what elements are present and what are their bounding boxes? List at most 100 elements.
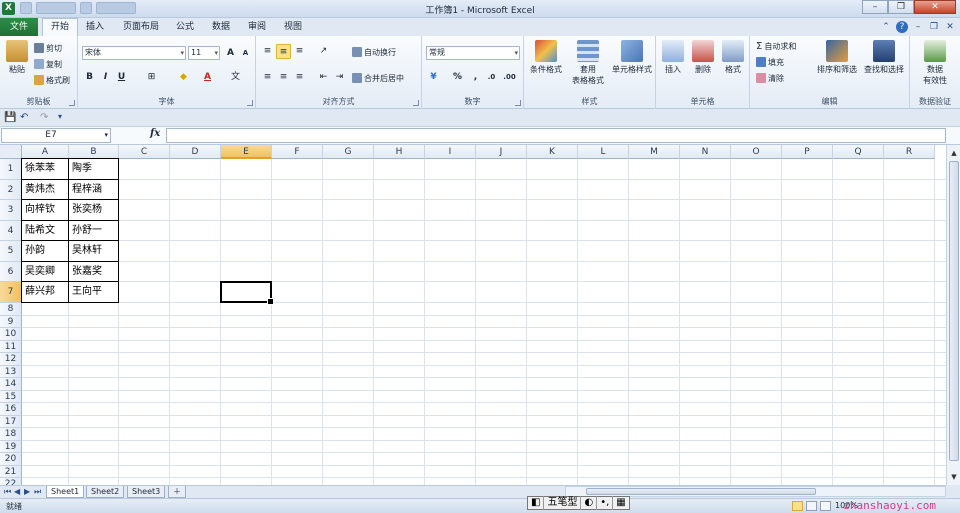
restore-button[interactable]: ❐ [888, 0, 914, 14]
cell[interactable]: 程梓涵 [68, 179, 119, 200]
column-header[interactable]: Q [833, 145, 884, 159]
cell[interactable]: 吴奕卿 [21, 261, 69, 282]
align-top-icon[interactable]: ≡ [260, 44, 275, 59]
column-header[interactable]: G [323, 145, 374, 159]
font-name-combo[interactable]: 宋体 ▾ [82, 46, 186, 60]
align-left-icon[interactable]: ≡ [260, 70, 275, 85]
row-header[interactable]: 14 [0, 378, 22, 391]
row-header[interactable]: 6 [0, 262, 22, 282]
row-header[interactable]: 7 [0, 282, 22, 303]
doc-restore-icon[interactable]: ❐ [928, 21, 940, 33]
minimize-button[interactable]: – [862, 0, 888, 14]
cell[interactable]: 向梓钦 [21, 199, 69, 221]
dialog-launcher-icon[interactable] [515, 100, 521, 106]
wrap-text-button[interactable]: 自动换行 [352, 46, 396, 58]
tab-page-layout[interactable]: 页面布局 [116, 18, 166, 36]
tab-review[interactable]: 审阅 [242, 18, 272, 36]
cell[interactable]: 吴林轩 [68, 240, 119, 262]
find-select-button[interactable]: 查找和选择 [860, 40, 908, 75]
fill-button[interactable]: 填充 [756, 56, 784, 68]
column-header[interactable]: F [272, 145, 323, 159]
row-header[interactable]: 8 [0, 303, 22, 316]
tab-home[interactable]: 开始 [42, 18, 78, 37]
help-icon[interactable]: ? [896, 21, 908, 33]
select-all-corner[interactable] [0, 145, 22, 159]
delete-cells-button[interactable]: 删除 [688, 40, 718, 75]
close-button[interactable]: ✕ [914, 0, 956, 14]
keyboard-icon[interactable]: ▦ [613, 496, 628, 510]
align-center-icon[interactable]: ≡ [276, 70, 291, 85]
row-header[interactable]: 16 [0, 403, 22, 416]
column-header[interactable]: E [221, 145, 272, 159]
paste-button[interactable]: 粘贴 [4, 40, 30, 75]
tab-file[interactable]: 文件 [0, 18, 38, 36]
tab-data[interactable]: 数据 [206, 18, 236, 36]
column-header[interactable]: D [170, 145, 221, 159]
column-header[interactable]: C [119, 145, 170, 159]
increase-indent-icon[interactable]: ⇥ [332, 70, 347, 85]
formula-input[interactable] [166, 128, 946, 143]
orientation-icon[interactable]: ↗ [316, 44, 331, 59]
font-color-icon[interactable]: A [200, 70, 215, 85]
row-header[interactable]: 22 [0, 478, 22, 485]
row-header[interactable]: 4 [0, 221, 22, 241]
tab-view[interactable]: 视图 [278, 18, 308, 36]
row-header[interactable]: 15 [0, 391, 22, 403]
cell[interactable]: 张奕杨 [68, 199, 119, 221]
comma-button[interactable]: , [468, 70, 483, 85]
name-box[interactable]: E7 ▾ [1, 128, 111, 143]
row-header[interactable]: 20 [0, 453, 22, 466]
align-bottom-icon[interactable]: ≡ [292, 44, 307, 59]
currency-icon[interactable]: ¥ [426, 70, 441, 85]
bold-button[interactable]: B [82, 70, 97, 85]
autosum-button[interactable]: Σ 自动求和 [756, 40, 796, 52]
increase-decimal-icon[interactable]: .0 [484, 70, 499, 85]
column-header[interactable]: M [629, 145, 680, 159]
worksheet-grid[interactable]: A B C D E F G H I J K L M N O P Q R 1 2 3 4 5 6 7 8 9 10 11 12 13 14 15 1… [0, 145, 946, 485]
cell[interactable]: 陆希文 [21, 220, 69, 241]
column-header[interactable]: P [782, 145, 833, 159]
ime-toolbar[interactable]: ◧ 五笔型 ◐ •, ▦ [527, 496, 630, 510]
insert-function-icon[interactable]: fx [150, 128, 160, 139]
cell[interactable]: 孙韵 [21, 240, 69, 262]
insert-sheet-icon[interactable]: ＋ [168, 486, 186, 498]
vertical-scrollbar[interactable]: ▲ ▼ [946, 145, 960, 485]
align-middle-icon[interactable]: ≡ [276, 44, 291, 59]
horizontal-scroll-thumb[interactable] [586, 488, 816, 495]
row-header[interactable]: 17 [0, 416, 22, 428]
customize-qat-icon[interactable]: ▾ [58, 112, 62, 121]
sheet-tab-sheet2[interactable]: Sheet2 [86, 486, 125, 498]
dialog-launcher-icon[interactable] [413, 100, 419, 106]
column-header[interactable]: H [374, 145, 425, 159]
merge-center-button[interactable]: 合并后居中 [352, 72, 404, 84]
page-break-view-icon[interactable] [820, 501, 831, 511]
data-validation-button[interactable]: 数据 有效性 [914, 40, 956, 86]
cell[interactable]: 孙舒一 [68, 220, 119, 241]
cell[interactable]: 薛兴邦 [21, 281, 69, 303]
row-header[interactable]: 11 [0, 341, 22, 353]
row-header[interactable]: 13 [0, 366, 22, 378]
phonetic-icon[interactable]: 文 [228, 70, 243, 85]
moon-icon[interactable]: ◐ [581, 496, 598, 510]
cut-button[interactable]: 剪切 [34, 42, 62, 54]
doc-close-icon[interactable]: ✕ [944, 21, 956, 33]
row-header[interactable]: 21 [0, 466, 22, 478]
row-header[interactable]: 1 [0, 159, 22, 180]
format-painter-button[interactable]: 格式刷 [34, 74, 70, 86]
row-header[interactable]: 19 [0, 441, 22, 453]
insert-cells-button[interactable]: 插入 [658, 40, 688, 75]
row-header[interactable]: 9 [0, 316, 22, 328]
tab-insert[interactable]: 插入 [80, 18, 110, 36]
row-header[interactable]: 18 [0, 428, 22, 441]
save-icon[interactable]: 💾 [4, 112, 16, 123]
tab-formulas[interactable]: 公式 [170, 18, 200, 36]
row-header[interactable]: 5 [0, 241, 22, 262]
page-layout-view-icon[interactable] [806, 501, 817, 511]
cell[interactable]: 陶季 [68, 158, 119, 180]
percent-button[interactable]: % [450, 70, 465, 85]
row-header[interactable]: 10 [0, 328, 22, 341]
cell[interactable]: 徐苯苯 [21, 158, 69, 180]
column-header[interactable]: A [22, 145, 69, 159]
scroll-up-icon[interactable]: ▲ [947, 147, 960, 159]
borders-icon[interactable]: ⊞ [144, 70, 159, 85]
